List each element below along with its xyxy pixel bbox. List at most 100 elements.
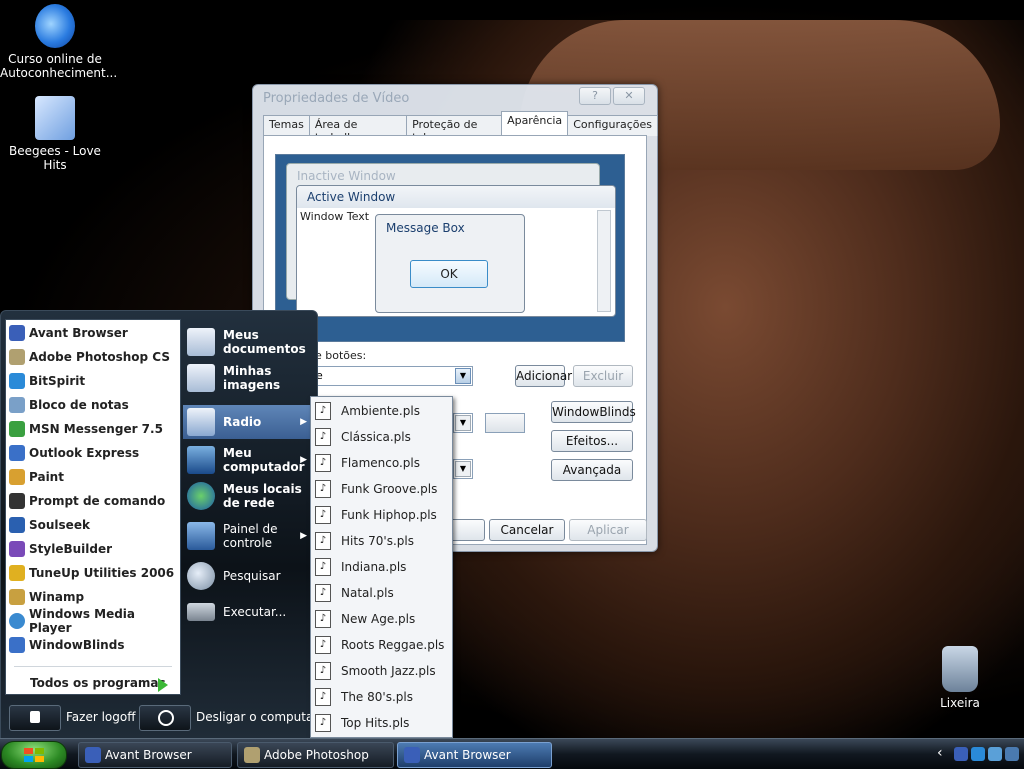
efeitos-button[interactable]: Efeitos... xyxy=(551,430,633,452)
aplicar-button[interactable]: Aplicar xyxy=(569,519,647,541)
menu-meus-locais-de-rede[interactable]: Meus locais de rede xyxy=(183,479,313,513)
program-label: Bloco de notas xyxy=(29,398,129,412)
computer-icon xyxy=(187,446,215,474)
menu-executar[interactable]: Executar... xyxy=(183,595,313,629)
color-select-2[interactable]: ▼ xyxy=(453,459,473,479)
buttons-style-select[interactable]: e ▼ xyxy=(311,366,473,386)
program-avant-browser[interactable]: Avant Browser xyxy=(9,322,177,344)
excluir-button[interactable]: Excluir xyxy=(573,365,633,387)
program-prompt-de-comando[interactable]: Prompt de comando xyxy=(9,490,177,512)
program-tuneup-utilities[interactable]: TuneUp Utilities 2006 xyxy=(9,562,177,584)
tab-protecao-de-tela[interactable]: Proteção de tela xyxy=(406,115,503,144)
command-prompt-icon xyxy=(9,493,25,509)
menu-radio[interactable]: Radio ▶ xyxy=(183,405,313,439)
menu-minhas-imagens[interactable]: Minhas imagens xyxy=(183,361,313,395)
radio-item-the-80s[interactable]: ♪ The 80's.pls xyxy=(315,686,448,708)
radio-item-natal[interactable]: ♪ Natal.pls xyxy=(315,582,448,604)
menu-meu-computador[interactable]: Meu computador ▶ xyxy=(183,443,313,477)
radio-item-top-hits[interactable]: ♪ Top Hits.pls xyxy=(315,712,448,734)
playlist-file-icon: ♪ xyxy=(315,480,331,498)
menu-meus-documentos[interactable]: Meus documentos xyxy=(183,325,313,359)
chevron-down-icon: ▼ xyxy=(455,368,471,384)
notepad-icon xyxy=(9,397,25,413)
program-label: StyleBuilder xyxy=(29,542,113,556)
program-bloco-de-notas[interactable]: Bloco de notas xyxy=(9,394,177,416)
playlist-file-icon: ♪ xyxy=(315,714,331,732)
program-soulseek[interactable]: Soulseek xyxy=(9,514,177,536)
tray-expand-arrow[interactable]: ‹ xyxy=(937,745,943,761)
avancada-button[interactable]: Avançada xyxy=(551,459,633,481)
windowblinds-button[interactable]: WindowBlinds xyxy=(551,401,636,423)
radio-item-label: Flamenco.pls xyxy=(341,456,421,470)
tab-aparencia[interactable]: Aparência xyxy=(501,111,569,136)
tray-network-icon[interactable] xyxy=(1005,747,1019,761)
radio-item-smooth-jazz[interactable]: ♪ Smooth Jazz.pls xyxy=(315,660,448,682)
radio-item-ambiente[interactable]: ♪ Ambiente.pls xyxy=(315,400,448,422)
color-select-1[interactable]: ▼ xyxy=(453,413,473,433)
bitspirit-icon xyxy=(9,373,25,389)
program-windowblinds[interactable]: WindowBlinds xyxy=(9,634,177,656)
radio-item-roots-reggae[interactable]: ♪ Roots Reggae.pls xyxy=(315,634,448,656)
program-bitspirit[interactable]: BitSpirit xyxy=(9,370,177,392)
program-winamp[interactable]: Winamp xyxy=(9,586,177,608)
menu-pesquisar[interactable]: Pesquisar xyxy=(183,559,313,593)
paint-icon xyxy=(9,469,25,485)
desktop-icon-lixeira[interactable]: Lixeira xyxy=(905,646,1015,710)
radio-item-funk-hiphop[interactable]: ♪ Funk Hiphop.pls xyxy=(315,504,448,526)
chevron-down-icon: ▼ xyxy=(455,461,471,477)
taskbar-button-avant-browser[interactable]: Avant Browser xyxy=(78,742,232,768)
adicionar-button[interactable]: Adicionar xyxy=(515,365,572,387)
pictures-icon xyxy=(187,364,215,392)
windows-logo-icon xyxy=(24,748,44,762)
divider xyxy=(14,666,172,667)
windowblinds-icon xyxy=(9,637,25,653)
program-windows-media-player[interactable]: Windows Media Player xyxy=(9,607,177,635)
help-button[interactable]: ? xyxy=(579,87,611,105)
program-msn-messenger[interactable]: MSN Messenger 7.5 xyxy=(9,418,177,440)
program-adobe-photoshop[interactable]: Adobe Photoshop CS xyxy=(9,346,177,368)
playlist-file-icon: ♪ xyxy=(315,428,331,446)
run-icon xyxy=(187,603,215,621)
program-outlook-express[interactable]: Outlook Express xyxy=(9,442,177,464)
radio-item-label: Natal.pls xyxy=(341,586,394,600)
program-label: TuneUp Utilities 2006 xyxy=(29,566,175,580)
start-button[interactable] xyxy=(1,741,67,769)
tray-bitspirit-icon[interactable] xyxy=(971,747,985,761)
window-text-sample: Window Text xyxy=(300,210,370,223)
tray-avant-icon[interactable] xyxy=(954,747,968,761)
program-stylebuilder[interactable]: StyleBuilder xyxy=(9,538,177,560)
radio-item-indiana[interactable]: ♪ Indiana.pls xyxy=(315,556,448,578)
program-paint[interactable]: Paint xyxy=(9,466,177,488)
window-title: Propriedades de Vídeo xyxy=(263,91,410,106)
tray-msn-icon[interactable] xyxy=(988,747,1002,761)
radio-item-label: Indiana.pls xyxy=(341,560,407,574)
radio-item-classica[interactable]: ♪ Clássica.pls xyxy=(315,426,448,448)
radio-item-flamenco[interactable]: ♪ Flamenco.pls xyxy=(315,452,448,474)
radio-item-funk-groove[interactable]: ♪ Funk Groove.pls xyxy=(315,478,448,500)
cancelar-button[interactable]: Cancelar xyxy=(489,519,565,541)
close-button[interactable]: ✕ xyxy=(613,87,645,105)
start-menu: Avant Browser Adobe Photoshop CS BitSpir… xyxy=(0,310,318,738)
tab-temas[interactable]: Temas xyxy=(263,115,310,136)
active-window-titlebar: Active Window xyxy=(297,186,615,208)
documents-icon xyxy=(187,328,215,356)
taskbar-button-avant-browser-active[interactable]: Avant Browser xyxy=(397,742,552,768)
tab-area-de-trabalho[interactable]: Área de trabalho xyxy=(308,115,408,144)
program-label: Adobe Photoshop CS xyxy=(29,350,170,364)
desktop-icon-curso[interactable]: Curso online de Autoconheciment... xyxy=(0,4,117,80)
menu-painel-de-controle[interactable]: Painel de controle ▶ xyxy=(183,519,313,553)
desktop-icon-beegees[interactable]: Beegees - Love Hits xyxy=(0,96,110,172)
tab-configuracoes[interactable]: Configurações xyxy=(567,115,658,136)
desktop-icon-label: Beegees - Love Hits xyxy=(9,144,101,172)
shutdown-button[interactable] xyxy=(139,705,191,731)
radio-item-label: The 80's.pls xyxy=(341,690,413,704)
playlist-file-icon: ♪ xyxy=(315,506,331,524)
logoff-button[interactable] xyxy=(9,705,61,731)
radio-item-hits-70s[interactable]: ♪ Hits 70's.pls xyxy=(315,530,448,552)
radio-item-label: New Age.pls xyxy=(341,612,416,626)
color-picker[interactable] xyxy=(485,413,525,433)
taskbar-button-photoshop[interactable]: Adobe Photoshop xyxy=(237,742,394,768)
photoshop-icon xyxy=(244,747,260,763)
radio-item-new-age[interactable]: ♪ New Age.pls xyxy=(315,608,448,630)
all-programs-button[interactable]: Todos os programas xyxy=(30,676,166,690)
